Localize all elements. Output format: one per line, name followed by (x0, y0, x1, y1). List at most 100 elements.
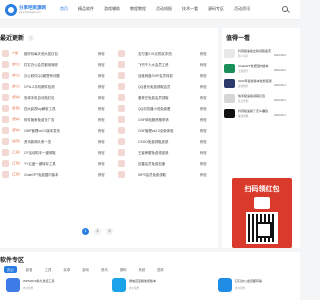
featured-item[interactable]: 2022年最新版本免费使用 最新推荐 2022-08-1 (222, 78, 300, 90)
list-item[interactable]: 王者荣耀免费领皮肤 教程 (118, 147, 218, 158)
featured-title-text[interactable]: 快手极速版领取红包 (238, 94, 298, 98)
featured-item[interactable]: 抖音极速版了怎么赚钱 赚钱攻略 2022-08-1 (222, 108, 300, 120)
nav-item-news[interactable]: 活动资讯 (234, 6, 250, 12)
nav-item-home[interactable]: 首页 (60, 6, 68, 12)
page-button[interactable]: 3 (106, 228, 113, 235)
item-title[interactable]: ChatGPT免费国内版本 (24, 172, 94, 177)
featured-title-text[interactable]: 抖音极速版了怎么赚钱 (238, 109, 298, 113)
list-item[interactable]: QQ浏览器小说免费看 教程 (118, 103, 218, 114)
tab-tools[interactable]: 工具 (42, 266, 55, 273)
featured-date: 2022-08-1 (274, 114, 286, 117)
tab-system[interactable]: 系统 (135, 266, 148, 273)
item-thumb-icon (2, 116, 9, 123)
item-title[interactable]: 飞书千人大会员工资 (138, 62, 188, 67)
list-item[interactable]: QQ音乐免费领取会员 教程 (118, 81, 218, 92)
page-button[interactable]: 2 (94, 228, 101, 235)
item-title[interactable]: CNF管理vs2.0全新体验 (138, 128, 188, 133)
app-title[interactable]: WPS2019永久激活工具 (23, 279, 65, 283)
tab-source[interactable]: 源码 (117, 266, 130, 273)
item-title[interactable]: 资讯新闻头条一览 (24, 139, 94, 144)
item-title[interactable]: QQ浏览器小说免费看 (138, 106, 188, 111)
list-item[interactable]: 飞书千人大会员工资 教程 (118, 59, 218, 70)
red-packet-promo[interactable]: 扫码领红包 (232, 178, 292, 248)
item-tag: [安卓] (12, 95, 20, 99)
list-item[interactable]: CNF体验服资格申请 教程 (118, 114, 218, 125)
item-title[interactable]: CF活动助手一键领取 (24, 150, 94, 155)
tab-plugins[interactable]: 插件 (154, 266, 167, 273)
item-title[interactable]: QQ音乐免费领取会员 (138, 84, 188, 89)
list-item[interactable]: CNF管理vs2.0全新体验 教程 (118, 125, 218, 136)
tab-android[interactable]: 安卓 (60, 266, 73, 273)
software-card[interactable]: 微信百宝箱免费版本 办公软件 (112, 276, 182, 298)
list-item[interactable]: 迅雷会员免费加速 教程 (118, 158, 218, 169)
nav-item-source[interactable]: 源码专区 (208, 6, 224, 12)
featured-title-text[interactable]: ChatGPT免费国内版本 (238, 64, 298, 68)
item-title[interactable]: 支付宝0.01元购买东西 (138, 51, 188, 56)
item-title[interactable]: 王者荣耀免费领皮肤 (138, 150, 188, 155)
app-title[interactable]: 微信百宝箱免费版本 (129, 279, 171, 283)
item-thumb-icon (118, 149, 125, 156)
list-row: [工具] YY云盘一键转存工具 教程 迅雷会员免费加速 教程 (0, 158, 218, 169)
item-title[interactable]: OMF管理vs2.0版本发布 (24, 128, 94, 133)
nav-item-game[interactable]: 游戏辅助 (104, 6, 120, 12)
list-item[interactable]: 百度网盘SVIP会员特权 教程 (118, 70, 218, 81)
item-title[interactable]: 超好玩每天领大奖红包 (24, 51, 94, 56)
item-title[interactable]: 百度网盘SVIP会员特权 (138, 73, 188, 78)
item-title[interactable]: CSGO免费领取皮肤 (138, 139, 188, 144)
nav-item-tutorial[interactable]: 教程教程 (130, 6, 146, 12)
nav-item-activity[interactable]: 活动线报 (156, 6, 172, 12)
software-card[interactable]: WPS2019永久激活工具 办公软件 (6, 276, 76, 298)
item-title[interactable]: 四大影视vip解析工具 (24, 106, 94, 111)
item-title[interactable]: CNF体验服资格申请 (138, 117, 188, 122)
list-item[interactable]: [工具] CF活动助手一键领取 教程 (2, 147, 118, 158)
featured-date: 2022-08-1 (274, 84, 286, 87)
tab-news[interactable]: 资讯 (98, 266, 111, 273)
software-card[interactable]: 钉钉办公会员都有啥 办公软件 (218, 276, 296, 298)
page-button[interactable]: 1 (82, 228, 89, 235)
featured-title-text[interactable]: 2022年最新版本免费使用 (238, 79, 298, 83)
item-title[interactable]: 爱奇艺免费会员领取 (138, 95, 188, 100)
list-item[interactable]: WPS会员免费领取 教程 (118, 169, 218, 180)
item-title[interactable]: 软件管家免费去广告 (24, 117, 94, 122)
item-thumb-icon (2, 149, 9, 156)
list-item[interactable]: [办公] CPU-Z手机硬件检测 教程 (2, 81, 118, 92)
list-item[interactable]: [办公] 办公软件QQ都是有问题 教程 (2, 70, 118, 81)
site-logo-icon[interactable] (5, 4, 17, 16)
item-title[interactable]: YY云盘一键转存工具 (24, 161, 94, 166)
item-title[interactable]: 办公软件QQ都是有问题 (24, 73, 94, 78)
list-item[interactable]: 支付宝0.01元购买东西 教程 (118, 48, 218, 59)
item-title[interactable]: 安卓手机自动抢红包 (24, 95, 94, 100)
tab-office[interactable]: 办公 (4, 266, 17, 273)
search-icon[interactable] (282, 6, 288, 12)
item-thumb-icon (118, 171, 125, 178)
app-title[interactable]: 钉钉办公会员都有啥 (235, 279, 277, 283)
item-title[interactable]: CPU-Z手机硬件检测 (24, 84, 94, 89)
item-category: 教程 (200, 173, 207, 177)
list-item[interactable]: [办公] 钉钉办公会员都用啥呢 教程 (2, 59, 118, 70)
list-item[interactable]: [工具] YY云盘一键转存工具 教程 (2, 158, 118, 169)
list-item[interactable]: CSGO免费领取皮肤 教程 (118, 136, 218, 147)
app-icon (6, 278, 20, 292)
list-item[interactable]: [安卓] OMF管理vs2.0版本发布 教程 (2, 125, 118, 136)
featured-item[interactable]: 快手极速版领取红包 每日签到 2022-08-1 (222, 93, 300, 105)
tab-media[interactable]: 影音 (23, 266, 36, 273)
item-tag: [办公] (12, 84, 20, 88)
featured-item[interactable]: ChatGPT免费国内版本 无需账号 2022-08-2 (222, 63, 300, 75)
item-category: 教程 (98, 151, 105, 155)
list-item[interactable]: [影音] 四大影视vip解析工具 教程 (2, 103, 118, 114)
nav-item-software[interactable]: 精品软件 (78, 6, 94, 12)
list-item[interactable]: 广告 超好玩每天领大奖红包 教程 (2, 48, 118, 59)
list-item[interactable]: [资讯] 资讯新闻头条一览 教程 (2, 136, 118, 147)
list-item[interactable]: [工具] ChatGPT免费国内版本 教程 (2, 169, 118, 180)
more-arrow-icon[interactable]: › (28, 35, 34, 41)
list-item[interactable]: 爱奇艺免费会员领取 教程 (118, 92, 218, 103)
item-title[interactable]: 迅雷会员免费加速 (138, 161, 188, 166)
tab-games[interactable]: 游戏 (79, 266, 92, 273)
featured-item[interactable]: 抖音极速版全新领取金币 新人专享 2022-08-2 (222, 48, 300, 60)
nav-item-tech[interactable]: 技术一看 (182, 6, 198, 12)
list-item[interactable]: [安卓] 安卓手机自动抢红包 教程 (2, 92, 118, 103)
item-title[interactable]: WPS会员免费领取 (138, 172, 188, 177)
list-item[interactable]: [安卓] 软件管家免费去广告 教程 (2, 114, 118, 125)
item-title[interactable]: 钉钉办公会员都用啥呢 (24, 62, 94, 67)
featured-title-text[interactable]: 抖音极速版全新领取金币 (238, 49, 298, 53)
